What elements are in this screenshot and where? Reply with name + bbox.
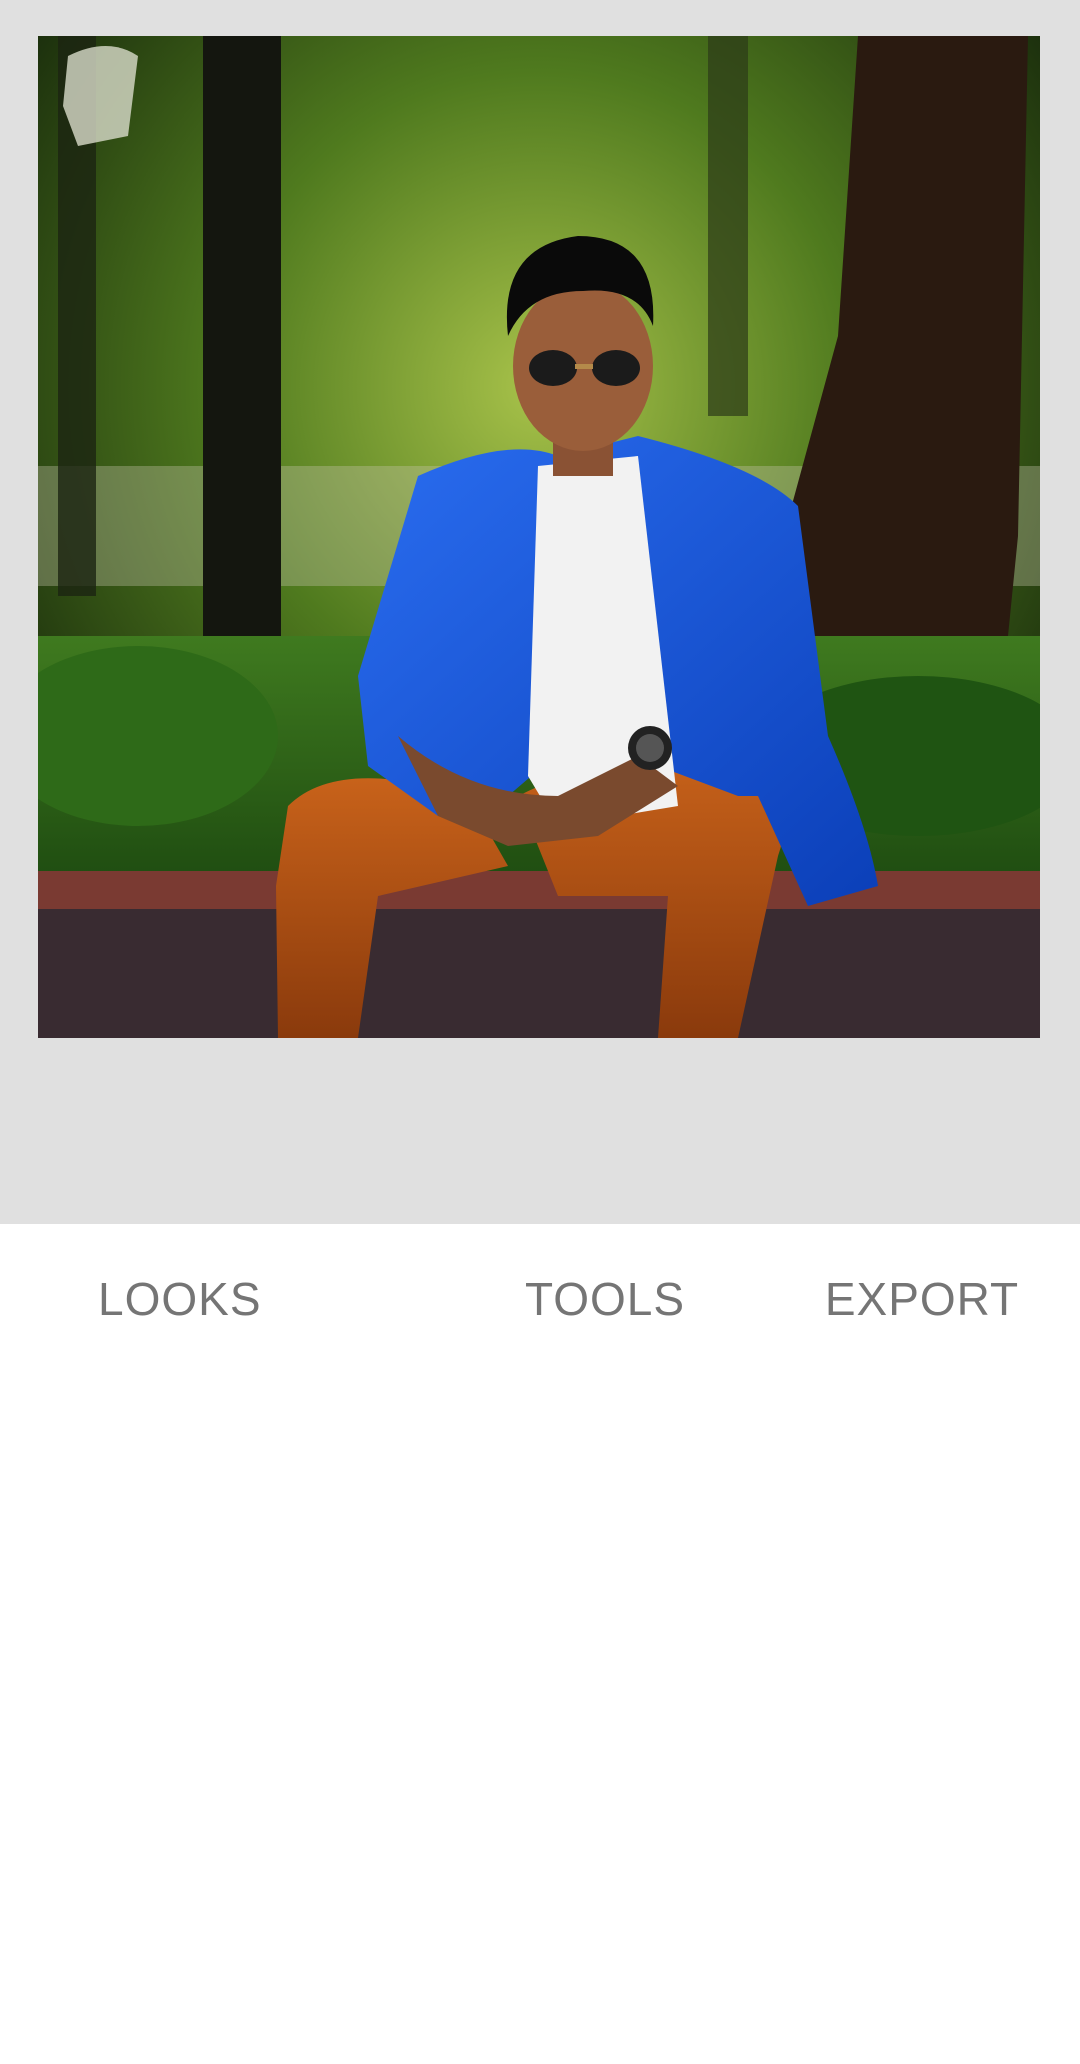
photo-image [38, 36, 1040, 1038]
snapseed-editor: LOOKS TOOLS EXPORT [0, 0, 1080, 2064]
edited-photo[interactable] [38, 36, 1040, 1038]
tab-export[interactable]: EXPORT [792, 1242, 1052, 1356]
bottom-tab-bar: LOOKS TOOLS EXPORT [0, 1224, 1080, 1374]
image-canvas[interactable] [0, 0, 1080, 1224]
lower-panel [0, 1374, 1080, 2064]
tab-looks[interactable]: LOOKS [0, 1242, 368, 1356]
tab-tools[interactable]: TOOLS [470, 1242, 740, 1356]
